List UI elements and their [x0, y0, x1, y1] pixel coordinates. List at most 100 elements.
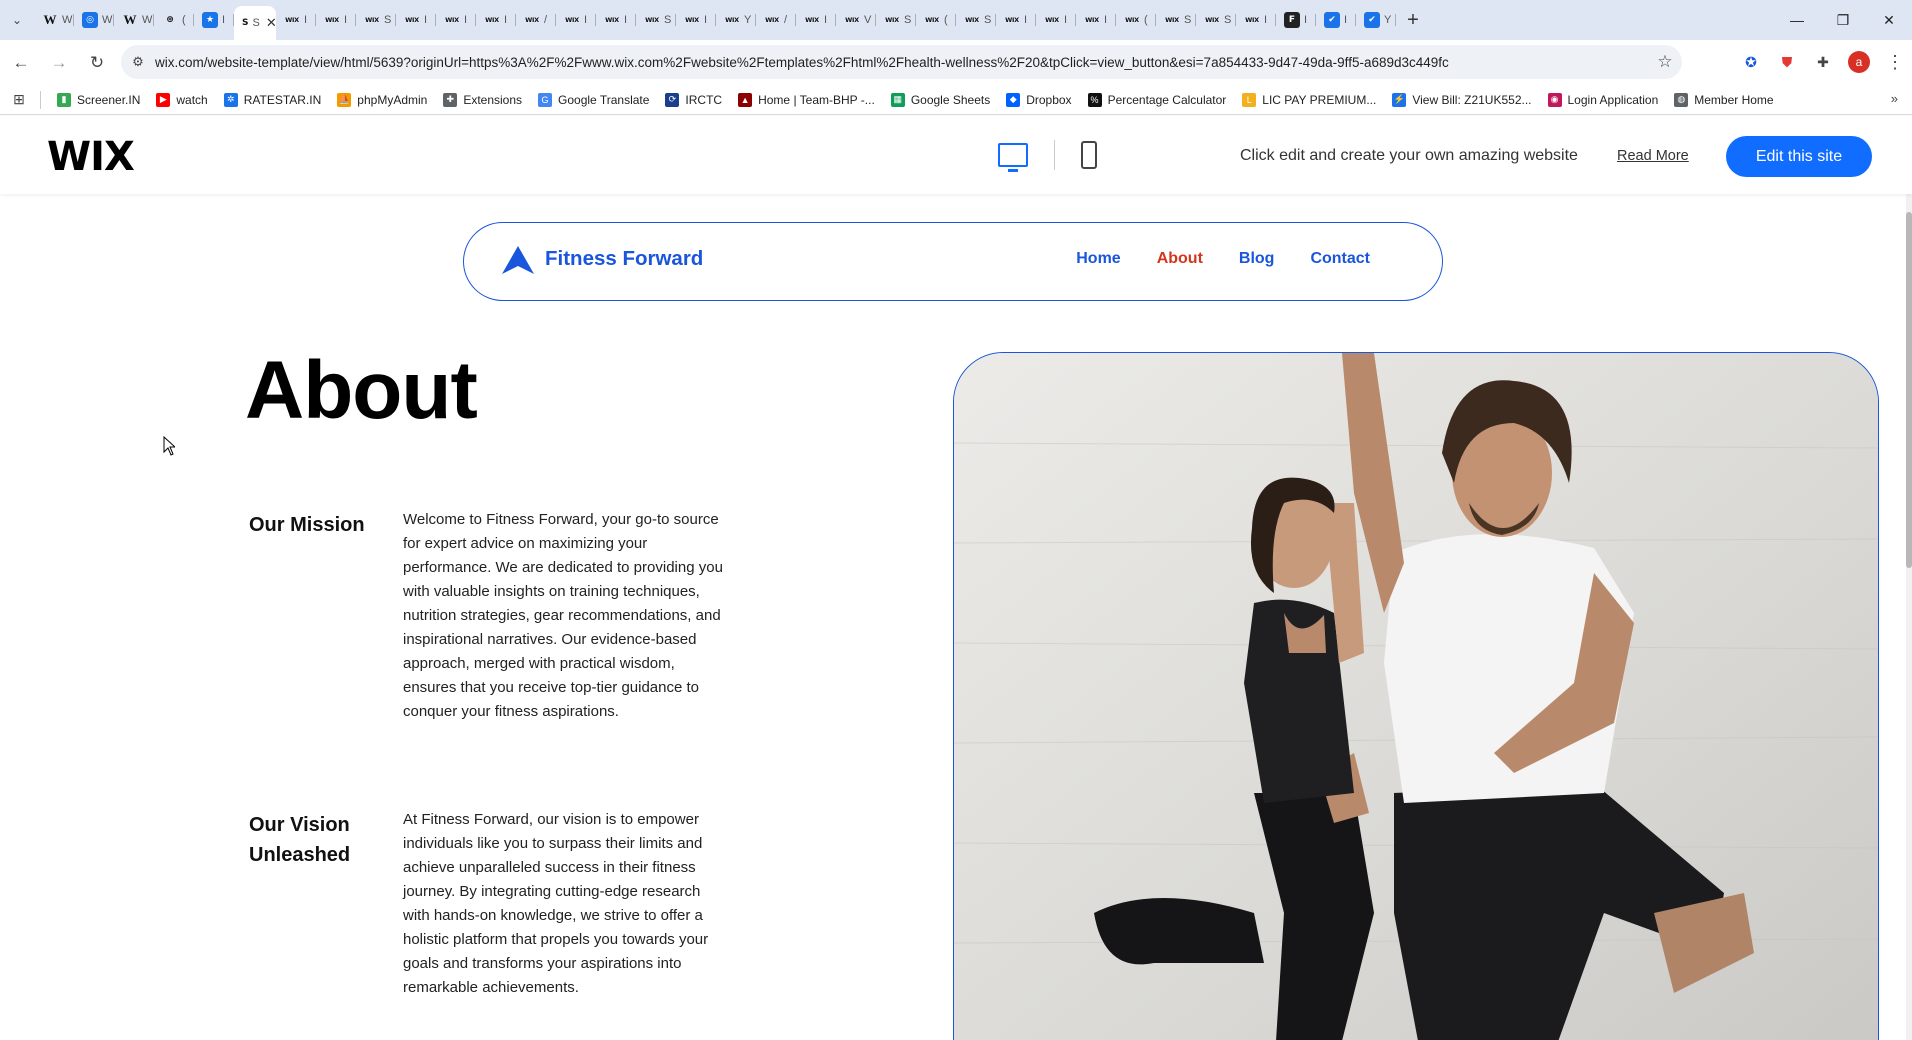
browser-tab[interactable]: WIX I: [556, 5, 596, 35]
wix-logo[interactable]: WIX: [47, 134, 135, 180]
extensions-puzzle-icon[interactable]: ✚: [1806, 45, 1840, 79]
browser-tab[interactable]: WIX S: [1156, 5, 1196, 35]
browser-tab[interactable]: WIX S: [876, 5, 916, 35]
desktop-view-icon[interactable]: [998, 143, 1028, 172]
bookmark-item[interactable]: ✚ Extensions: [435, 85, 530, 115]
browser-tab[interactable]: ✔ I: [1316, 5, 1356, 35]
back-button[interactable]: ←: [4, 46, 38, 80]
browser-tab[interactable]: WIX (: [1116, 5, 1156, 35]
browser-tab[interactable]: WIX I: [1236, 5, 1276, 35]
browser-tab[interactable]: WIX I: [1036, 5, 1076, 35]
bookmark-item[interactable]: % Percentage Calculator: [1080, 85, 1235, 115]
browser-tab[interactable]: WIX S: [1196, 5, 1236, 35]
nav-contact[interactable]: Contact: [1310, 250, 1370, 268]
tab-title: W: [62, 14, 73, 26]
bookmark-item[interactable]: L LIC PAY PREMIUM...: [1234, 85, 1384, 115]
edit-site-button[interactable]: Edit this site: [1726, 136, 1872, 177]
brand-name[interactable]: Fitness Forward: [545, 247, 703, 271]
bookmark-item[interactable]: ◉ Login Application: [1540, 85, 1667, 115]
browser-tab[interactable]: WIX I: [796, 5, 836, 35]
bookmark-favicon-icon: ▮: [57, 92, 71, 107]
tab-title: Y: [1384, 14, 1392, 26]
bookmark-item[interactable]: ◆ Dropbox: [998, 85, 1079, 115]
tab-list: W W ◎ W W W ⊛(★ I S S ✕ WIX I WIX I WIX S WIX I WIX I WIX I WIX…: [34, 0, 1396, 40]
apps-grid-icon[interactable]: ⊞: [0, 85, 38, 115]
reload-button[interactable]: ↻: [80, 46, 114, 80]
tab-title: W: [142, 14, 153, 26]
browser-tab[interactable]: WIX I: [436, 5, 476, 35]
profile-button[interactable]: a: [1842, 45, 1876, 79]
browser-tab[interactable]: WIX /: [756, 5, 796, 35]
tab-title: (: [944, 14, 948, 26]
browser-tab[interactable]: ⊛(: [154, 5, 194, 35]
bookmark-item[interactable]: ▮ Screener.IN: [49, 85, 148, 115]
browser-tab[interactable]: WIX S: [356, 5, 396, 35]
close-window-button[interactable]: ✕: [1866, 0, 1912, 40]
nav-blog[interactable]: Blog: [1239, 250, 1275, 268]
browser-tab[interactable]: FI: [1276, 5, 1316, 35]
bookmark-item[interactable]: ⛵ phpMyAdmin: [329, 85, 435, 115]
page-title: About: [245, 345, 478, 436]
browser-tab[interactable]: ◎ W: [74, 5, 114, 35]
bookmark-item[interactable]: ◍ Member Home: [1666, 85, 1781, 115]
url-text[interactable]: wix.com/website-template/view/html/5639?…: [155, 55, 1648, 70]
extensions-area: ✪ ⛊ ✚ a ⋮: [1734, 45, 1912, 79]
restore-button[interactable]: ❐: [1820, 0, 1866, 40]
address-bar[interactable]: ⚙ wix.com/website-template/view/html/563…: [121, 45, 1682, 79]
browser-tab[interactable]: WW: [114, 5, 154, 35]
bookmark-label: Dropbox: [1026, 92, 1072, 107]
bookmark-item[interactable]: ▦ Google Sheets: [883, 85, 998, 115]
browser-tab[interactable]: WIX I: [316, 5, 356, 35]
brand-logo-icon[interactable]: [501, 245, 535, 275]
mouse-cursor-icon: [163, 436, 175, 456]
mobile-view-icon[interactable]: [1081, 141, 1097, 169]
bookmark-item[interactable]: ▲ Home | Team-BHP -...: [730, 85, 883, 115]
tab-favicon-icon: WIX: [645, 16, 659, 24]
browser-tab[interactable]: ✔ Y: [1356, 5, 1396, 35]
scroll-thumb[interactable]: [1906, 212, 1912, 568]
mission-text: Welcome to Fitness Forward, your go-to s…: [403, 511, 723, 720]
browser-tab[interactable]: ★ I: [194, 5, 234, 35]
browser-tab[interactable]: WIX I: [676, 5, 716, 35]
site-preview: Fitness Forward Home About Blog Contact …: [0, 194, 1906, 1040]
bookmark-label: View Bill: Z21UK552...: [1412, 92, 1532, 107]
bookmark-item[interactable]: ✲ RATESTAR.IN: [216, 85, 330, 115]
minimize-button[interactable]: —: [1774, 0, 1820, 40]
browser-tab[interactable]: WIX V: [836, 5, 876, 35]
browser-tab[interactable]: WW: [34, 5, 74, 35]
bookmark-item[interactable]: ⚡ View Bill: Z21UK552...: [1384, 85, 1539, 115]
browser-tab[interactable]: WIX Y: [716, 5, 756, 35]
browser-tab[interactable]: WIX I: [596, 5, 636, 35]
browser-tab[interactable]: WIX I: [476, 5, 516, 35]
bookmark-item[interactable]: ▶ watch: [148, 85, 215, 115]
site-info-icon[interactable]: ⚙: [121, 54, 155, 70]
bookmark-item[interactable]: G Google Translate: [530, 85, 657, 115]
bookmark-item[interactable]: ⟳ IRCTC: [657, 85, 730, 115]
browser-tab[interactable]: S S ✕: [234, 6, 277, 40]
nav-home[interactable]: Home: [1076, 250, 1120, 268]
read-more-link[interactable]: Read More: [1617, 148, 1689, 164]
browser-tab[interactable]: WIX S: [636, 5, 676, 35]
forward-button[interactable]: →: [42, 46, 76, 80]
extension-shield-icon[interactable]: ⛊: [1770, 45, 1804, 79]
browser-tab[interactable]: WIX I: [396, 5, 436, 35]
extension-globe-icon[interactable]: ✪: [1734, 45, 1768, 79]
tab-title: (: [182, 14, 186, 26]
bookmark-favicon-icon: %: [1087, 92, 1102, 107]
bookmark-star-icon[interactable]: ☆: [1648, 52, 1682, 72]
page-scrollbar[interactable]: [1906, 194, 1912, 1040]
new-tab-button[interactable]: +: [1396, 0, 1430, 40]
browser-tab[interactable]: WIX I: [1076, 5, 1116, 35]
browser-tab[interactable]: WIX I: [996, 5, 1036, 35]
tab-favicon-icon: WIX: [365, 16, 379, 24]
browser-tab[interactable]: WIX I: [276, 5, 316, 35]
browser-tab[interactable]: WIX S: [956, 5, 996, 35]
nav-about[interactable]: About: [1157, 250, 1203, 268]
browser-menu-icon[interactable]: ⋮: [1878, 45, 1912, 79]
browser-tab[interactable]: WIX (: [916, 5, 956, 35]
tab-search-icon[interactable]: ⌄: [0, 0, 34, 40]
tab-favicon-icon: WIX: [965, 16, 979, 24]
bookmark-favicon-icon: ⚡: [1392, 92, 1407, 107]
browser-tab[interactable]: WIX /: [516, 5, 556, 35]
bookmarks-overflow-button[interactable]: »: [1891, 91, 1898, 106]
